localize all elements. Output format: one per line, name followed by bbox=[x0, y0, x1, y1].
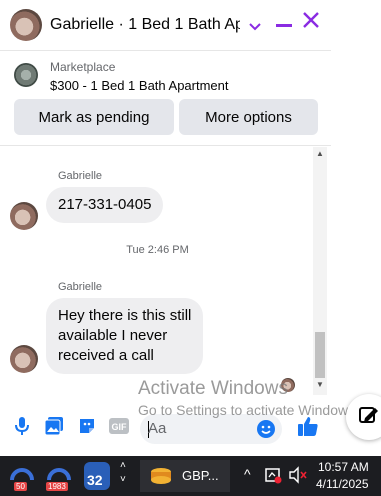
gif-label: GIF bbox=[112, 422, 128, 432]
message-line: Hey there is this still bbox=[58, 307, 192, 324]
taskbar-badge: 50 bbox=[14, 482, 27, 491]
message-sender: Gabrielle bbox=[58, 281, 103, 293]
mark-as-pending-button[interactable]: Mark as pending bbox=[14, 99, 174, 135]
taskbar-app-3[interactable]: 32 bbox=[82, 460, 112, 492]
chevron-down-icon[interactable] bbox=[249, 15, 261, 37]
listing-title[interactable]: $300 - 1 Bed 1 Bath Apartment bbox=[50, 78, 229, 93]
scroll-down-arrow-icon[interactable]: ▼ bbox=[313, 380, 327, 389]
volume-muted-icon[interactable] bbox=[288, 466, 308, 487]
marketplace-card: Marketplace $300 - 1 Bed 1 Bath Apartmen… bbox=[0, 50, 331, 146]
message-line: received a call bbox=[58, 347, 154, 364]
scroll-thumb[interactable] bbox=[315, 332, 325, 378]
chevron-up-icon: ˄ bbox=[120, 460, 126, 471]
taskbar-app-gbp[interactable]: GBP... bbox=[140, 460, 230, 492]
sender-avatar[interactable] bbox=[10, 345, 38, 373]
system-tray-icon[interactable] bbox=[264, 466, 282, 487]
gif-icon[interactable]: GIF bbox=[108, 416, 130, 436]
minus-icon[interactable] bbox=[276, 24, 292, 27]
contact-avatar[interactable] bbox=[10, 9, 42, 41]
clock-time[interactable]: 10:57 AM bbox=[318, 460, 369, 474]
more-options-button[interactable]: More options bbox=[179, 99, 318, 135]
activate-windows-title: Activate Windows bbox=[138, 378, 288, 399]
emoji-icon[interactable] bbox=[256, 419, 276, 439]
message-line: available I never bbox=[58, 327, 168, 344]
message-sender: Gabrielle bbox=[58, 170, 103, 182]
taskbar-badge: 32 bbox=[87, 472, 103, 488]
tray-overflow-chevron-icon[interactable]: ^ bbox=[244, 466, 251, 482]
activate-windows-subtitle: Go to Settings to activate Windows. bbox=[138, 402, 359, 418]
message-bubble[interactable]: 217-331-0405 bbox=[46, 187, 164, 223]
chat-title[interactable]: Gabrielle · 1 Bed 1 Bath Ap... bbox=[50, 16, 240, 34]
clock-date[interactable]: 4/11/2025 bbox=[316, 477, 369, 491]
photo-icon[interactable] bbox=[44, 416, 64, 436]
coin-stack-icon bbox=[151, 468, 171, 484]
close-icon[interactable] bbox=[302, 11, 320, 33]
new-message-button[interactable] bbox=[346, 394, 381, 440]
taskbar-overflow-chevron[interactable]: ˄ ˅ bbox=[118, 460, 130, 492]
message-input[interactable] bbox=[148, 420, 258, 437]
message-timestamp: Tue 2:46 PM bbox=[126, 244, 189, 256]
taskbar-app-label: GBP... bbox=[182, 468, 219, 483]
chevron-down-icon: ˅ bbox=[120, 474, 126, 485]
sender-avatar[interactable] bbox=[10, 202, 38, 230]
sticker-icon[interactable] bbox=[77, 416, 97, 436]
security-tray-icon bbox=[265, 468, 282, 484]
chat-header[interactable]: Gabrielle · 1 Bed 1 Bath Ap... bbox=[0, 0, 331, 50]
message-list[interactable]: Gabrielle 217-331-0405 Tue 2:46 PM Gabri… bbox=[0, 147, 331, 395]
microphone-icon[interactable] bbox=[12, 416, 32, 436]
marketplace-label: Marketplace bbox=[50, 60, 116, 74]
taskbar-app-1[interactable]: 50 bbox=[8, 460, 36, 492]
message-scrollbar[interactable]: ▲ ▼ bbox=[313, 147, 327, 395]
compose-icon bbox=[359, 407, 378, 423]
message-input-container[interactable] bbox=[140, 414, 282, 444]
listing-thumbnail[interactable] bbox=[14, 63, 38, 87]
windows-taskbar: 50 1983 32 ˄ ˅ GBP... ^ 10:57 AM 4/11/20… bbox=[0, 456, 381, 496]
message-bubble[interactable]: Hey there is this still available I neve… bbox=[46, 298, 204, 374]
taskbar-badge: 1983 bbox=[46, 482, 68, 491]
taskbar-app-2[interactable]: 1983 bbox=[44, 460, 74, 492]
page-background-right bbox=[331, 0, 381, 456]
scroll-up-arrow-icon[interactable]: ▲ bbox=[313, 149, 327, 158]
